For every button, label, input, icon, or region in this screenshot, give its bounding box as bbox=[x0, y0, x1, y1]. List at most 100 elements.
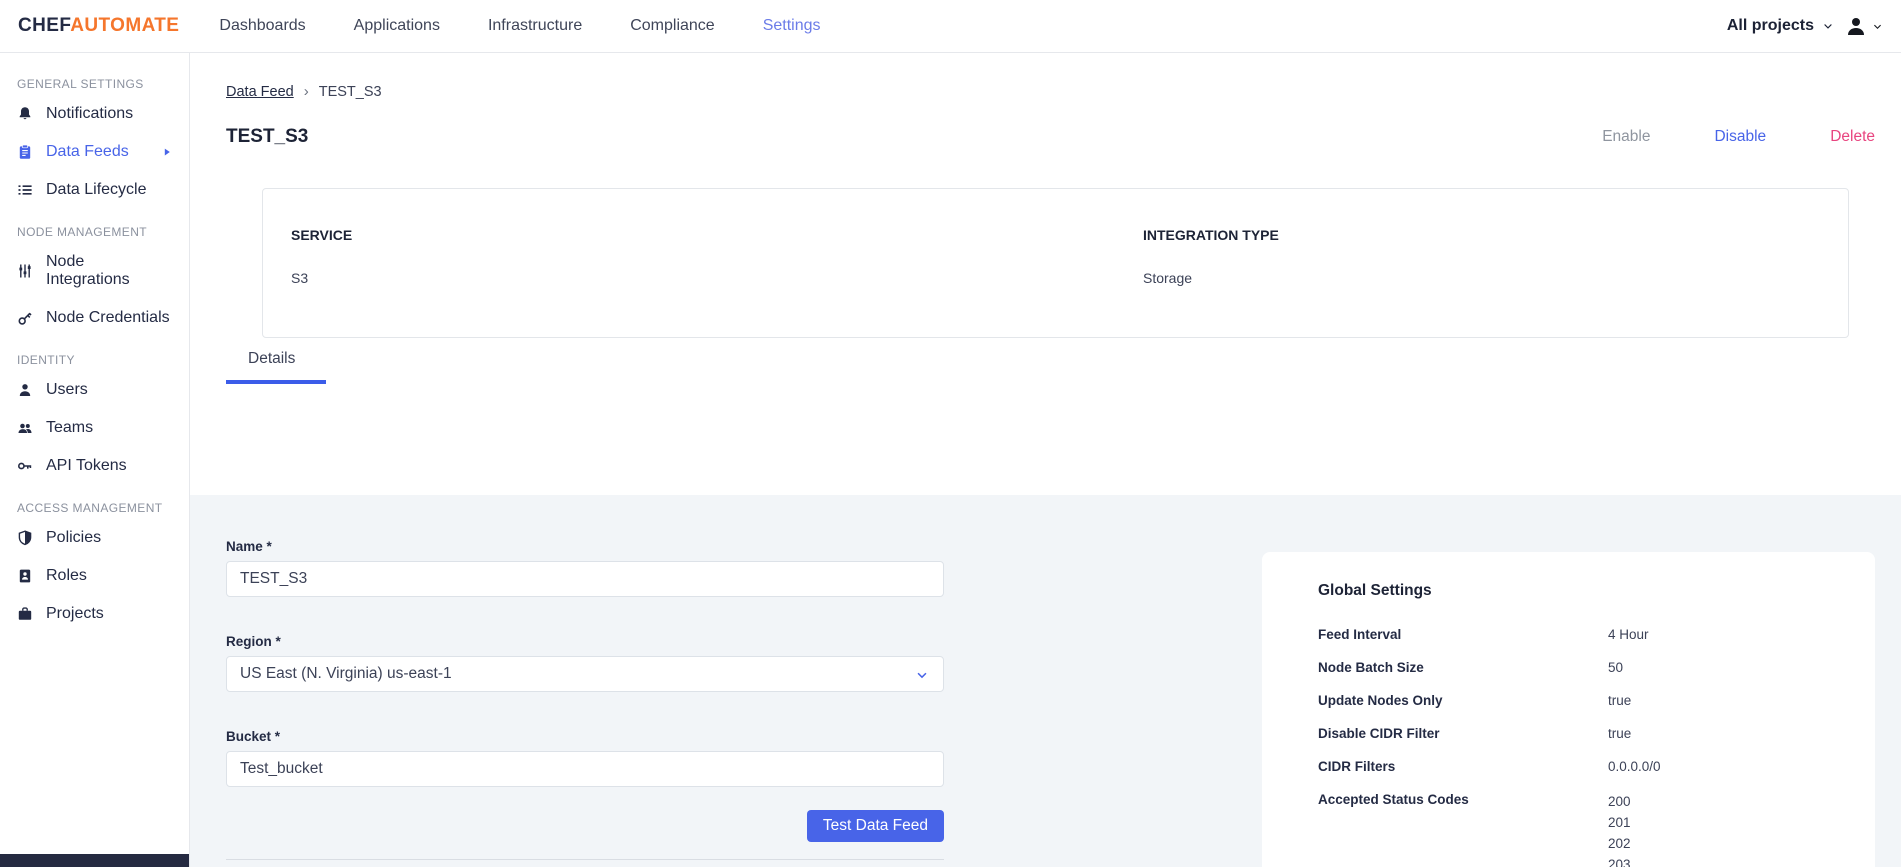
sidebar-item-notifications[interactable]: Notifications bbox=[0, 95, 189, 133]
bucket-field-group: Bucket * bbox=[226, 729, 944, 787]
feed-actions: Enable Disable Delete bbox=[1602, 128, 1875, 146]
sliders-icon bbox=[17, 263, 33, 279]
setting-label: Node Batch Size bbox=[1318, 660, 1424, 675]
global-setting-row-update-nodes-only: Update Nodes Only true bbox=[1318, 692, 1835, 709]
user-icon bbox=[17, 382, 33, 398]
list-icon bbox=[17, 182, 33, 198]
title-row: TEST_S3 Enable Disable Delete bbox=[226, 126, 1875, 148]
breadcrumb-current: TEST_S3 bbox=[318, 83, 382, 100]
bucket-input[interactable] bbox=[226, 751, 944, 787]
sidebar-item-teams[interactable]: Teams bbox=[0, 409, 189, 447]
nav-dashboards[interactable]: Dashboards bbox=[219, 17, 305, 35]
sidebar-item-label: Projects bbox=[46, 605, 104, 622]
global-setting-row-feed-interval: Feed Interval 4 Hour bbox=[1318, 626, 1835, 643]
global-settings-card: Global Settings Feed Interval 4 Hour Node … bbox=[1262, 552, 1875, 867]
tab-details[interactable]: Details bbox=[226, 350, 326, 384]
top-bar: CHEFAUTOMATE Dashboards Applications Infra… bbox=[0, 0, 1901, 53]
integration-type-value: Storage bbox=[1143, 270, 1193, 286]
setting-label: CIDR Filters bbox=[1318, 759, 1396, 774]
integration-type-column: INTEGRATION TYPE Storage bbox=[1143, 227, 1848, 337]
region-select[interactable]: US East (N. Virginia) us-east-1 bbox=[226, 656, 944, 692]
sidebar-bottom-bar bbox=[0, 854, 189, 867]
global-setting-row-disable-cidr-filter: Disable CIDR Filter true bbox=[1318, 725, 1835, 742]
breadcrumb-data-feed-link[interactable]: Data Feed bbox=[226, 84, 294, 100]
service-value: S3 bbox=[291, 270, 309, 286]
setting-value: 0.0.0.0/0 bbox=[1608, 759, 1661, 774]
sidebar-section-access-management: ACCESS MANAGEMENT bbox=[17, 501, 163, 515]
sidebar-item-projects[interactable]: Projects bbox=[0, 595, 189, 633]
setting-value: 4 Hour bbox=[1608, 627, 1649, 642]
integration-type-label: INTEGRATION TYPE bbox=[1143, 227, 1279, 243]
service-summary-card: SERVICE S3 INTEGRATION TYPE Storage bbox=[262, 188, 1849, 338]
sidebar-item-label: Node Integrations bbox=[46, 253, 130, 288]
sidebar-item-label: Users bbox=[46, 381, 88, 398]
setting-value: 200201202203204 bbox=[1608, 794, 1631, 867]
setting-label: Feed Interval bbox=[1318, 627, 1402, 642]
triangle-right-icon bbox=[162, 147, 172, 157]
sidebar-item-node-credentials[interactable]: Node Credentials bbox=[0, 299, 189, 337]
nav-applications[interactable]: Applications bbox=[354, 17, 440, 35]
delete-button[interactable]: Delete bbox=[1830, 128, 1875, 146]
sidebar-item-label: Teams bbox=[46, 419, 94, 436]
sidebar-item-label: Notifications bbox=[46, 105, 134, 122]
bucket-label: Bucket * bbox=[226, 729, 281, 744]
name-field-group: Name * bbox=[226, 539, 944, 597]
projects-filter-dropdown[interactable]: All projects bbox=[1727, 17, 1834, 35]
id-badge-icon bbox=[17, 568, 33, 584]
chef-automate-logo[interactable]: CHEFAUTOMATE bbox=[18, 15, 179, 37]
sidebar-item-data-lifecycle[interactable]: Data Lifecycle bbox=[0, 171, 189, 209]
global-setting-row-cidr-filters: CIDR Filters 0.0.0.0/0 bbox=[1318, 758, 1835, 775]
nav-settings[interactable]: Settings bbox=[763, 17, 821, 35]
service-label: SERVICE bbox=[291, 227, 353, 243]
sidebar-item-node-integrations[interactable]: Node Integrations bbox=[0, 243, 189, 299]
sidebar-item-label: Policies bbox=[46, 529, 102, 546]
form-divider bbox=[226, 859, 944, 860]
setting-value: true bbox=[1608, 693, 1632, 708]
breadcrumb: Data Feed › TEST_S3 bbox=[226, 83, 1875, 100]
name-label: Name * bbox=[226, 539, 272, 554]
setting-label: Accepted Status Codes bbox=[1318, 792, 1469, 807]
projects-filter-label: All projects bbox=[1726, 17, 1814, 34]
logo-automate: AUTOMATE bbox=[70, 15, 180, 36]
sidebar-item-label: Node Credentials bbox=[46, 309, 170, 326]
nav-compliance[interactable]: Compliance bbox=[630, 17, 714, 35]
settings-sidebar: GENERAL SETTINGS Notifications Data Feeds D… bbox=[0, 53, 190, 867]
sidebar-item-data-feeds[interactable]: Data Feeds bbox=[0, 133, 189, 171]
sidebar-nav: GENERAL SETTINGS Notifications Data Feeds D… bbox=[0, 77, 189, 633]
data-feed-form: Name * Region * US East (N. Virginia) us… bbox=[226, 539, 944, 867]
sidebar-item-api-tokens[interactable]: API Tokens bbox=[0, 447, 189, 485]
setting-label: Disable CIDR Filter bbox=[1318, 726, 1440, 741]
global-settings-title: Global Settings bbox=[1318, 582, 1432, 599]
briefcase-icon bbox=[17, 606, 33, 622]
global-settings-column: Global Settings Feed Interval 4 Hour Node … bbox=[1262, 539, 1875, 867]
page-title: TEST_S3 bbox=[226, 126, 309, 147]
sidebar-section-node-management: NODE MANAGEMENT bbox=[17, 225, 148, 239]
logo-chef: CHEF bbox=[18, 15, 71, 36]
chevron-down-icon bbox=[915, 668, 929, 682]
user-avatar-icon bbox=[1844, 14, 1868, 38]
region-selected-value: US East (N. Virginia) us-east-1 bbox=[240, 665, 452, 682]
top-right-controls: All projects bbox=[1727, 14, 1883, 38]
tab-bar: Details bbox=[190, 338, 1901, 384]
user-menu[interactable] bbox=[1844, 14, 1883, 38]
sidebar-item-label: Data Lifecycle bbox=[46, 181, 147, 198]
sidebar-item-policies[interactable]: Policies bbox=[0, 519, 189, 557]
sidebar-item-label: Roles bbox=[46, 567, 87, 584]
sidebar-section-identity: IDENTITY bbox=[17, 353, 75, 367]
main-content: Data Feed › TEST_S3 TEST_S3 Enable Disab… bbox=[190, 53, 1901, 867]
setting-value: true bbox=[1608, 726, 1632, 741]
test-data-feed-button[interactable]: Test Data Feed bbox=[806, 810, 944, 842]
global-setting-row-node-batch-size: Node Batch Size 50 bbox=[1318, 659, 1835, 676]
sidebar-item-roles[interactable]: Roles bbox=[0, 557, 189, 595]
enable-button[interactable]: Enable bbox=[1602, 128, 1650, 146]
sidebar-item-users[interactable]: Users bbox=[0, 371, 189, 409]
disable-button[interactable]: Disable bbox=[1714, 128, 1766, 146]
global-setting-row-accepted-status-codes: Accepted Status Codes 200201202203204 bbox=[1318, 791, 1835, 867]
service-column: SERVICE S3 bbox=[291, 227, 1143, 337]
name-input[interactable] bbox=[226, 561, 944, 597]
shield-icon bbox=[17, 530, 33, 546]
users-icon bbox=[17, 420, 33, 436]
nav-infrastructure[interactable]: Infrastructure bbox=[488, 17, 582, 35]
region-field-group: Region * US East (N. Virginia) us-east-1 bbox=[226, 634, 944, 692]
key-icon bbox=[17, 310, 33, 326]
